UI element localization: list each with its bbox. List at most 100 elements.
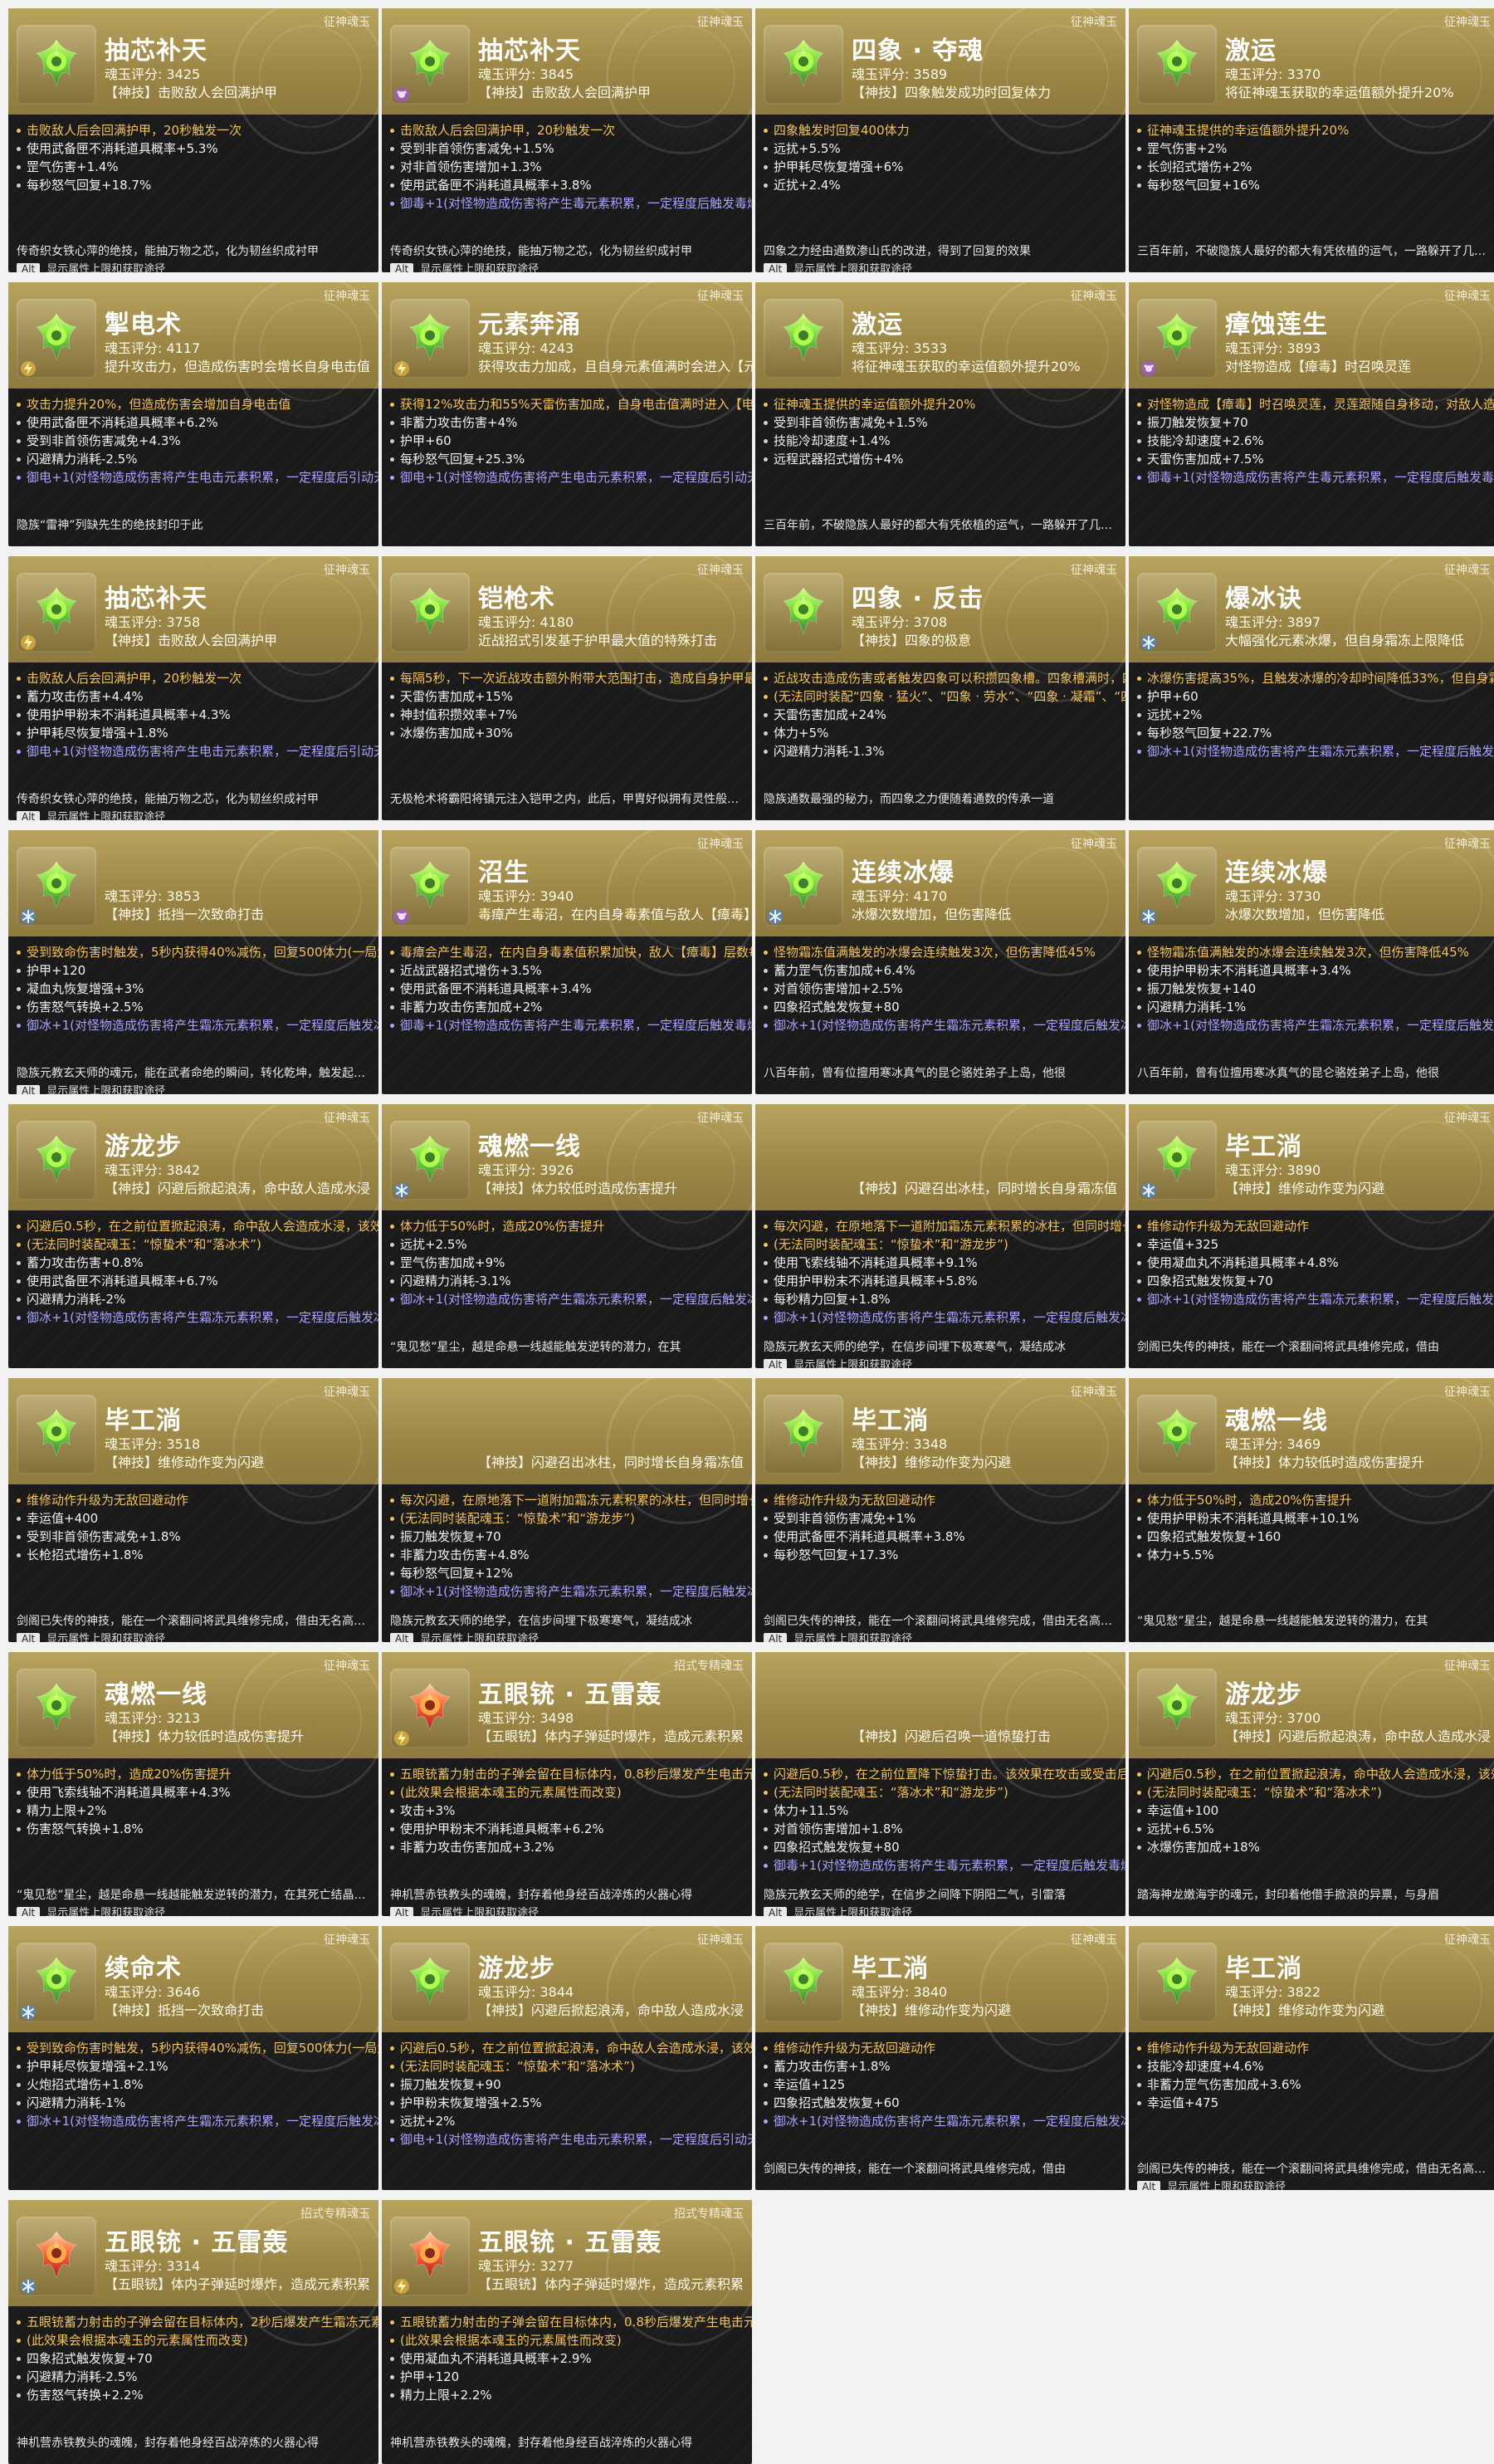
soul-jade-card[interactable]: 征神魂玉 魂燃一线 魂玉评分: 3469 【神技】体力较低时造成伤害提升 体力低于50%… — [1129, 1378, 1494, 1642]
stat-line: 非蓄力攻击伤害+4.8% — [390, 1546, 747, 1564]
soul-jade-card[interactable]: 征神魂玉 四象 · 夺魂 魂玉评分: 3589 【神技】四象触发成功时回复体力 四象触发… — [755, 8, 1125, 272]
soul-jade-card[interactable]: 征神魂玉 游龙步 魂玉评分: 3842 【神技】闪避后掀起浪涛，命中敌人造成水浸 闪避后… — [8, 1104, 378, 1368]
alt-key: Alt — [764, 263, 788, 272]
stats-list: 怪物霜冻值满触发的冰爆会连续触发3次，但伤害降低45% 蓄力罡气伤害加成+6.4%… — [764, 943, 1125, 1034]
card-badge: 征神魂玉 — [1071, 838, 1117, 851]
soul-jade-card[interactable]: 征神魂玉 铠枪术 魂玉评分: 4180 近战招式引发基于护甲最大值的特殊打击 每隔5秒，… — [382, 556, 752, 820]
card-header: 征神魂玉 魂燃一线 魂玉评分: 3926 【神技】体力较低时造成伤害提升 — [382, 1104, 752, 1250]
soul-jade-card[interactable]: 征神魂玉 续命术 魂玉评分: 3646 【神技】抵挡一次致命打击 受到致命伤害时触发，5… — [8, 1926, 378, 2190]
stat-line: 近战攻击造成伤害或者触发四象可以积攒四象槽。四象槽满时，四象反击伤害提升60%并… — [764, 669, 1125, 687]
soul-jade-card[interactable]: 征神魂玉 毕工淌 魂玉评分: 3840 【神技】维修动作变为闪避 维修动作升级为无敌回避… — [755, 1926, 1125, 2190]
stat-line: 闪避精力消耗-1% — [17, 2094, 374, 2112]
green-jade-emblem-icon — [408, 861, 452, 909]
soul-jade-card[interactable]: 征神魂玉元素奔涌魂玉评分: 4243 获得攻击力加成，且自身元素值满时会进入【元素… — [382, 282, 752, 546]
item-icon-frame — [17, 1943, 96, 2022]
card-header: 征神魂玉沼生魂玉评分: 3940 毒瘴产生毒沼，在内自身毒素值与敌人【瘴毒】层数 — [382, 830, 752, 976]
lightning-icon — [21, 635, 36, 650]
soul-jade-card[interactable]: 招式专精魂玉 五眼铳 · 五雷轰 魂玉评分: 3277 【五眼铳】体内子弹延时爆炸，造… — [382, 2200, 752, 2464]
item-subtitle: 【神技】体力较低时造成伤害提升 — [478, 1181, 678, 1196]
soul-jade-card[interactable]: 【神技】闪避召出冰柱，同时增长自身霜冻值 每次闪避，在原地落下一道附加霜冻元素积累… — [382, 1378, 752, 1642]
soul-jade-card[interactable]: 征神魂玉 毕工淌 魂玉评分: 3518 【神技】维修动作变为闪避 维修动作升级为无敌回避… — [8, 1378, 378, 1642]
red-flame-emblem-icon — [35, 2231, 78, 2279]
snowflake-icon — [21, 2279, 36, 2294]
stat-line: 每隔5秒，下一次近战攻击额外附带大范围打击，造成自身护甲最大值70%的伤害 — [390, 669, 752, 687]
poison-icon — [394, 909, 409, 924]
item-title: 毕工淌 — [105, 1406, 182, 1435]
stats-list: 闪避后0.5秒，在之前位置掀起浪涛，命中敌人会造成水浸，该效果在攻击或受击后15… — [390, 2039, 752, 2149]
card-badge: 征神魂玉 — [324, 1112, 370, 1125]
stat-line: 五眼铳蓄力射击的子弹会留在目标体内，0.8秒后爆发产生电击元素积累，但蓄力射击伤… — [390, 2313, 752, 2331]
soul-jade-card[interactable]: 征神魂玉 毕工淌 魂玉评分: 3348 【神技】维修动作变为闪避 维修动作升级为无敌回避… — [755, 1378, 1125, 1642]
item-score: 魂玉评分: 3822 — [1225, 1984, 1321, 2000]
stats-list: 五眼铳蓄力射击的子弹会留在目标体内，2秒后爆发产生霜冻元素积累，但蓄力射击伤害降… — [17, 2313, 378, 2404]
item-score: 魂玉评分: 4117 — [105, 340, 201, 356]
lore-note: 剑阁已失传的神技，能在一个滚翻间将武具维修完成，借由 — [1137, 1341, 1439, 1354]
alt-hint: Alt 显示属性上限和获取途径 — [764, 1904, 912, 1916]
card-header: 征神魂玉 毕工淌 魂玉评分: 3348 【神技】维修动作变为闪避 — [755, 1378, 1125, 1524]
soul-jade-card[interactable]: 【神技】闪避召出冰柱，同时增长自身霜冻值 每次闪避，在原地落下一道附加霜冻元素积累… — [755, 1104, 1125, 1368]
item-icon-frame — [17, 1121, 96, 1200]
lore-note: 隐族元教玄天师的魂元，能在武者命绝的瞬间，转化乾坤，触发起死回生的神迹 — [17, 1067, 374, 1080]
soul-jade-card[interactable]: 征神魂玉 毕工淌 魂玉评分: 3890 【神技】维修动作变为闪避 维修动作升级为无敌回避… — [1129, 1104, 1494, 1368]
item-score: 魂玉评分: 3277 — [478, 2258, 574, 2274]
card-header: 征神魂玉 毕工淌 魂玉评分: 3822 【神技】维修动作变为闪避 — [1129, 1926, 1494, 2072]
stats-list: 维修动作升级为无敌回避动作 幸运值+400 受到非首领伤害减免+1.8% 长枪招式增伤… — [17, 1491, 374, 1564]
soul-jade-card[interactable]: 征神魂玉 掣电术 魂玉评分: 4117 提升攻击力，但造成伤害时会增长自身电击值 攻击力… — [8, 282, 378, 546]
stat-line: 幸运值+325 — [1137, 1235, 1494, 1254]
item-score: 魂玉评分: 3890 — [1225, 1162, 1321, 1178]
red-flame-emblem-icon — [408, 1683, 452, 1731]
alt-hint-text: 显示属性上限和获取途径 — [420, 1907, 540, 1916]
soul-jade-card[interactable]: 征神魂玉 连续冰爆 魂玉评分: 3730 冰爆次数增加，但伤害降低 怪物霜冻值满触发的冰… — [1129, 830, 1494, 1094]
soul-jade-card[interactable]: 征神魂玉 魂燃一线 魂玉评分: 3926 【神技】体力较低时造成伤害提升 体力低于50%… — [382, 1104, 752, 1368]
soul-jade-card[interactable]: 招式专精魂玉 五眼铳 · 五雷轰 魂玉评分: 3498 【五眼铳】体内子弹延时爆炸，造… — [382, 1652, 752, 1916]
soul-jade-card[interactable]: 魂玉评分: 3853 【神技】抵挡一次致命打击 受到致命伤害时触发，5秒内获得40%… — [8, 830, 378, 1094]
green-jade-emblem-icon — [782, 1957, 825, 2005]
soul-jade-card[interactable]: 招式专精魂玉 五眼铳 · 五雷轰 魂玉评分: 3314 【五眼铳】体内子弹延时爆炸，造… — [8, 2200, 378, 2464]
lore-note: 四象之力经由通数渗山氏的改进，得到了回复的效果 — [764, 245, 1031, 258]
stat-line: 技能冷却速度+1.4% — [764, 432, 1120, 450]
stat-line: 闪避后0.5秒，在之前位置掀起浪涛，命中敌人会造成水浸，该效果在攻击或受击后15… — [390, 2039, 752, 2057]
soul-jade-card[interactable]: 征神魂玉 游龙步 魂玉评分: 3700 【神技】闪避后掀起浪涛，命中敌人造成水浸 闪避后… — [1129, 1652, 1494, 1916]
stat-line: 使用护甲粉末不消耗道具概率+6.2% — [390, 1820, 747, 1838]
lightning-icon — [21, 361, 36, 376]
soul-jade-card[interactable]: 征神魂玉 魂燃一线 魂玉评分: 3213 【神技】体力较低时造成伤害提升 体力低于50%… — [8, 1652, 378, 1916]
soul-jade-card[interactable]: 征神魂玉 抽芯补天 魂玉评分: 3758 【神技】击败敌人会回满护甲 击败敌人后会回满护… — [8, 556, 378, 820]
stat-line: 护甲耗尽恢复增强+2.1% — [17, 2057, 374, 2075]
stats-list: 怪物霜冻值满触发的冰爆会连续触发3次，但伤害降低45% 使用护甲粉末不消耗道具概率… — [1137, 943, 1494, 1034]
alt-hint-text: 显示属性上限和获取途径 — [793, 263, 913, 272]
soul-jade-card[interactable]: 【神技】闪避后召唤一道惊蛰打击 闪避后0.5秒，在之前位置降下惊蛰打击。该效果在攻… — [755, 1652, 1125, 1916]
soul-jade-card[interactable]: 征神魂玉 抽芯补天 魂玉评分: 3425 【神技】击败敌人会回满护甲 击败敌人后会回满护… — [8, 8, 378, 272]
item-title: 连续冰爆 — [1225, 858, 1328, 887]
stat-line: 使用护甲粉末不消耗道具概率+5.8% — [764, 1272, 1120, 1290]
soul-jade-card[interactable]: 征神魂玉 瘴蚀莲生 魂玉评分: 3893 对怪物造成【瘴毒】时召唤灵莲 对怪物造成【瘴毒… — [1129, 282, 1494, 546]
item-title: 五眼铳 · 五雷轰 — [105, 2228, 289, 2257]
card-header: 征神魂玉 游龙步 魂玉评分: 3700 【神技】闪避后掀起浪涛，命中敌人造成水浸 — [1129, 1652, 1494, 1798]
green-jade-emblem-icon — [408, 1135, 452, 1183]
stats-list: 征神魂玉提供的幸运值额外提升20% 罡气伤害+2% 长剑招式增伤+2% 每秒怒气回复+… — [1137, 121, 1494, 194]
lore-note: 无极枪术将霸阳将镇元注入铠甲之内，此后，甲胄好似拥有灵性般助他展战翻盘 — [390, 793, 747, 806]
stat-line: 维修动作升级为无敌回避动作 — [764, 1491, 1120, 1509]
stat-line: 受到非首领伤害减免+1% — [764, 1509, 1120, 1528]
soul-jade-card[interactable]: 征神魂玉 四象 · 反击 魂玉评分: 3708 【神技】四象的极意 近战攻击造成伤害或者… — [755, 556, 1125, 820]
soul-jade-card[interactable]: 征神魂玉 抽芯补天 魂玉评分: 3845 【神技】击败敌人会回满护甲 击败敌人后会回满护… — [382, 8, 752, 272]
stat-line: 非蓄力罡气伤害加成+3.6% — [1137, 2075, 1494, 2094]
alt-hint-text: 显示属性上限和获取途径 — [46, 1633, 166, 1642]
soul-jade-card[interactable]: 征神魂玉 游龙步 魂玉评分: 3844 【神技】闪避后掀起浪涛，命中敌人造成水浸 闪避后… — [382, 1926, 752, 2190]
stat-line: 维修动作升级为无敌回避动作 — [1137, 1217, 1494, 1235]
soul-jade-card[interactable]: 征神魂玉 毕工淌 魂玉评分: 3822 【神技】维修动作变为闪避 维修动作升级为无敌回避… — [1129, 1926, 1494, 2190]
lore-note: 三百年前，不破隐族人最好的都大有凭依植的运气，一路躲开了几位强大的敌人，最后竟能… — [764, 519, 1120, 532]
stat-line: 闪避精力消耗-2.5% — [17, 450, 374, 468]
soul-jade-card[interactable]: 征神魂玉 爆冰诀 魂玉评分: 3897 大幅强化元素冰爆，但自身霜冻上限降低 冰爆伤害提… — [1129, 556, 1494, 820]
alt-hint: Alt 显示属性上限和获取途径 — [764, 1356, 912, 1368]
stats-list: 闪避后0.5秒，在之前位置掀起浪涛，命中敌人会造成水浸，该效果在攻击或受击后15… — [17, 1217, 378, 1327]
soul-jade-card[interactable]: 征神魂玉沼生魂玉评分: 3940 毒瘴产生毒沼，在内自身毒素值与敌人【瘴毒】层数毒… — [382, 830, 752, 1094]
green-jade-emblem-icon — [1155, 1409, 1199, 1457]
stat-line: 使用飞索线轴不消耗道具概率+9.1% — [764, 1254, 1120, 1272]
item-subtitle: 【神技】体力较低时造成伤害提升 — [1225, 1454, 1425, 1470]
card-header: 征神魂玉 连续冰爆 魂玉评分: 4170 冰爆次数增加，但伤害降低 — [755, 830, 1125, 976]
soul-jade-card[interactable]: 征神魂玉 连续冰爆 魂玉评分: 4170 冰爆次数增加，但伤害降低 怪物霜冻值满触发的冰… — [755, 830, 1125, 1094]
lore-note: 踏海神龙嫩海宇的魂元，封印着他借手掀浪的异禀，与身眉 — [1137, 1889, 1439, 1902]
soul-jade-card[interactable]: 征神魂玉 激运 魂玉评分: 3370 将征神魂玉获取的幸运值额外提升20% 征神魂玉提供… — [1129, 8, 1494, 272]
card-badge: 征神魂玉 — [1071, 290, 1117, 303]
soul-jade-card[interactable]: 征神魂玉 激运 魂玉评分: 3533 将征神魂玉获取的幸运值额外提升20% 征神魂玉提供… — [755, 282, 1125, 546]
